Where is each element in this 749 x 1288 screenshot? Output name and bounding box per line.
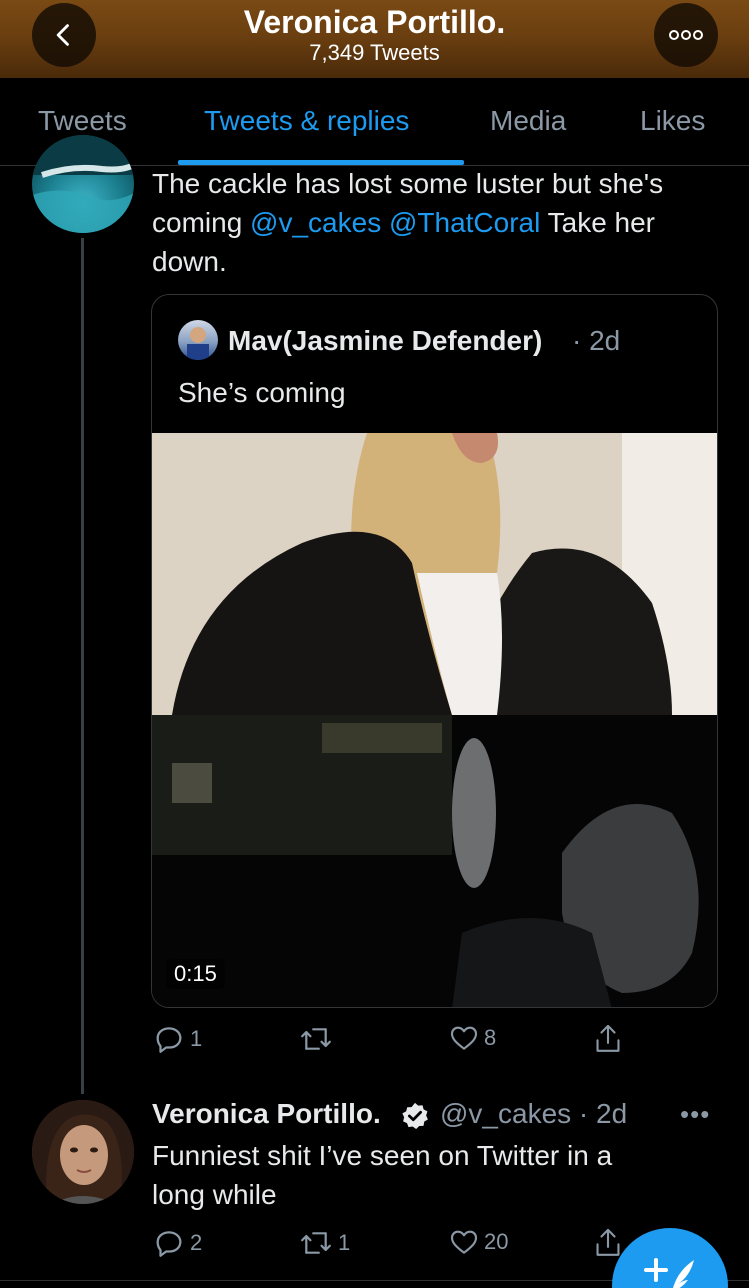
like-button[interactable]: 20 [448, 1226, 508, 1258]
quoted-author-avatar [178, 320, 218, 360]
reply-count: 1 [190, 1026, 203, 1051]
quoted-tweet-card[interactable]: Mav(Jasmine Defender) · 2d She’s coming … [151, 294, 718, 1008]
tweet-text-line: The cackle has lost some luster but she'… [152, 168, 664, 199]
author-name[interactable]: Veronica Portillo. [152, 1098, 381, 1130]
share-icon [596, 1228, 620, 1256]
verified-badge [400, 1101, 430, 1136]
share-button[interactable] [592, 1022, 624, 1056]
video-thumbnail[interactable]: 0:15 [152, 433, 717, 1007]
share-button[interactable] [592, 1226, 624, 1260]
tab-likes[interactable]: Likes [640, 105, 705, 137]
like-count: 8 [484, 1025, 497, 1050]
tweet-text-line: long while [152, 1179, 277, 1210]
quoted-tweet-time: · 2d [572, 325, 621, 356]
tweet-text-line: Funniest shit I’ve seen on Twitter in a [152, 1140, 613, 1171]
tweet-count: 7,349 Tweets [309, 40, 440, 65]
mention-link[interactable]: @v_cakes [250, 207, 381, 238]
avatar[interactable] [32, 1100, 134, 1204]
quoted-author-name: Mav(Jasmine Defender) [228, 325, 543, 356]
heart-icon [450, 1026, 478, 1050]
tab-tweets-and-replies[interactable]: Tweets & replies [204, 105, 409, 137]
retweet-count: 1 [338, 1230, 351, 1255]
retweet-button[interactable]: 1 [298, 1226, 350, 1260]
profile-header: Veronica Portillo. 7,349 Tweets [0, 0, 749, 78]
tweet-text-line: down. [152, 246, 227, 277]
like-count: 20 [484, 1229, 509, 1254]
retweet-button[interactable] [298, 1022, 338, 1056]
video-duration: 0:15 [166, 959, 225, 989]
tweet-text-line: coming @v_cakes @ThatCoral Take her [152, 203, 655, 242]
retweet-icon [301, 1028, 331, 1050]
reply-icon [156, 1027, 182, 1053]
reply-button[interactable]: 1 [152, 1022, 202, 1056]
quoted-tweet-text: She’s coming [178, 377, 346, 408]
heart-icon [450, 1230, 478, 1254]
tab-tweets[interactable]: Tweets [38, 105, 127, 137]
reply-icon [156, 1231, 182, 1257]
reply-button[interactable]: 2 [152, 1226, 202, 1260]
share-icon [596, 1024, 620, 1052]
reply-count: 2 [190, 1230, 203, 1255]
tweet-more-button[interactable]: ••• [680, 1099, 710, 1130]
more-button[interactable] [654, 3, 718, 67]
author-handle-time: @v_cakes · 2d [440, 1098, 628, 1129]
like-button[interactable]: 8 [448, 1022, 496, 1054]
tweet-text-fragment: coming [152, 207, 251, 238]
tab-media[interactable]: Media [490, 105, 566, 137]
thread-connector-line [81, 238, 84, 1094]
tweet-actions: 2 1 20 [152, 1226, 632, 1266]
retweet-icon [301, 1232, 331, 1254]
tweet-text-fragment: Take her [540, 207, 656, 238]
avatar[interactable] [32, 135, 134, 233]
compose-tweet-icon [644, 1258, 694, 1288]
tweet-actions: 1 8 [152, 1022, 632, 1062]
profile-name: Veronica Portillo. [243, 4, 506, 40]
more-horizontal-icon [669, 30, 703, 40]
verified-badge-icon [402, 1102, 428, 1129]
mention-link[interactable]: @ThatCoral [389, 207, 540, 238]
